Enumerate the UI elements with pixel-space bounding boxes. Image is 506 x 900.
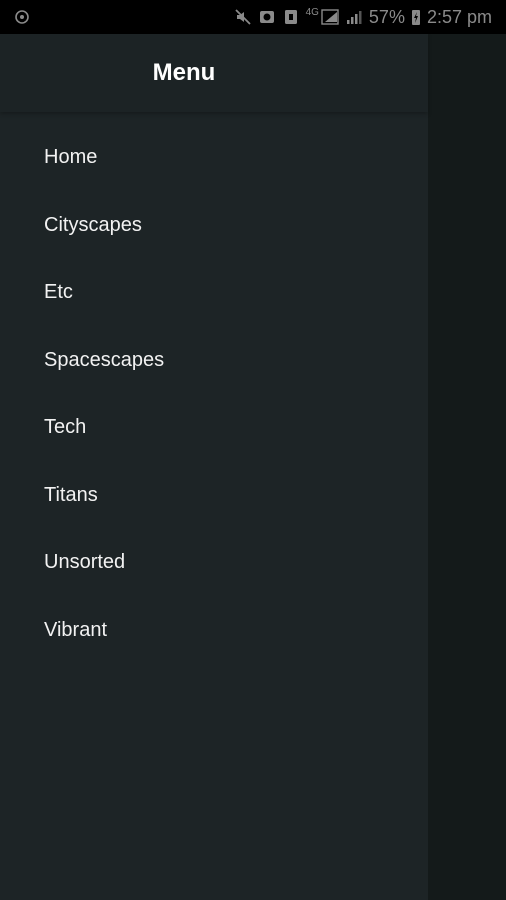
alarm-icon xyxy=(258,8,276,26)
drawer-scrim[interactable] xyxy=(428,34,506,900)
status-icons: 4G 57% 2:57 pm xyxy=(234,0,492,34)
signal-icon xyxy=(321,8,339,26)
status-bar: 4G 57% 2:57 pm xyxy=(0,0,506,34)
lte-label: 4G xyxy=(305,6,319,18)
menu-list: Home Cityscapes Etc Spacescapes Tech Tit… xyxy=(0,124,428,664)
wifi-signal-icon xyxy=(345,8,363,26)
menu-item-spacescapes[interactable]: Spacescapes xyxy=(0,327,428,395)
menu-item-titans[interactable]: Titans xyxy=(0,462,428,530)
clock: 2:57 pm xyxy=(426,6,492,27)
mute-icon xyxy=(234,8,252,26)
notification-icon xyxy=(14,9,30,25)
battery-charging-icon xyxy=(411,8,421,26)
drawer-title: Menu xyxy=(152,59,216,86)
menu-item-home[interactable]: Home xyxy=(0,124,428,192)
menu-item-unsorted[interactable]: Unsorted xyxy=(0,529,428,597)
drawer-header: Menu xyxy=(0,34,428,112)
battery-percent: 57% xyxy=(368,6,405,27)
nfc-icon xyxy=(282,8,300,26)
navigation-drawer: Menu Home Cityscapes Etc Spacescapes Tec… xyxy=(0,34,428,900)
menu-item-vibrant[interactable]: Vibrant xyxy=(0,597,428,665)
menu-item-tech[interactable]: Tech xyxy=(0,394,428,462)
menu-item-etc[interactable]: Etc xyxy=(0,259,428,327)
menu-item-cityscapes[interactable]: Cityscapes xyxy=(0,192,428,260)
